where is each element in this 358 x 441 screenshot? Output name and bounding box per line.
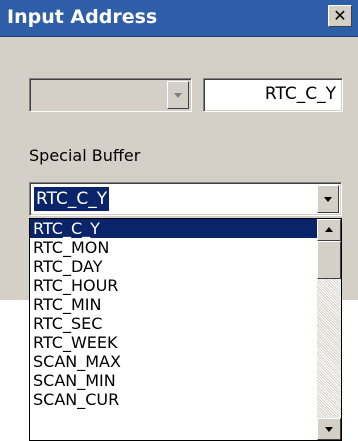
option-item[interactable]: SCAN_MIN: [30, 371, 317, 390]
special-buffer-label: Special Buffer: [29, 146, 141, 165]
option-list: RTC_C_Y RTC_MON RTC_DAY RTC_HOUR RTC_MIN…: [30, 219, 317, 440]
scroll-up-icon[interactable]: [317, 219, 341, 241]
option-item[interactable]: RTC_C_Y: [30, 219, 317, 238]
close-button[interactable]: ✕: [328, 5, 352, 27]
special-buffer-dropdown-list: RTC_C_Y RTC_MON RTC_DAY RTC_HOUR RTC_MIN…: [29, 218, 342, 441]
option-item[interactable]: RTC_MON: [30, 238, 317, 257]
scroll-down-icon[interactable]: [317, 418, 341, 440]
window-title: Input Address: [7, 6, 158, 28]
option-item[interactable]: RTC_HOUR: [30, 276, 317, 295]
dropdown-button[interactable]: [317, 185, 339, 213]
option-item[interactable]: RTC_SEC: [30, 314, 317, 333]
option-item[interactable]: RTC_DAY: [30, 257, 317, 276]
address-type-combo: [29, 78, 192, 112]
scroll-thumb[interactable]: [317, 241, 341, 279]
option-item[interactable]: RTC_WEEK: [30, 333, 317, 352]
special-buffer-value: RTC_C_Y: [34, 187, 110, 211]
option-item[interactable]: SCAN_MAX: [30, 352, 317, 371]
chevron-down-icon: [167, 81, 189, 109]
option-item[interactable]: SCAN_CUR: [30, 390, 317, 409]
list-scrollbar[interactable]: [317, 219, 341, 440]
close-icon: ✕: [333, 6, 347, 25]
special-buffer-combo[interactable]: RTC_C_Y: [29, 182, 342, 216]
title-bar[interactable]: Input Address ✕: [0, 0, 358, 37]
address-field[interactable]: RTC_C_Y: [203, 78, 343, 112]
option-item[interactable]: RTC_MIN: [30, 295, 317, 314]
